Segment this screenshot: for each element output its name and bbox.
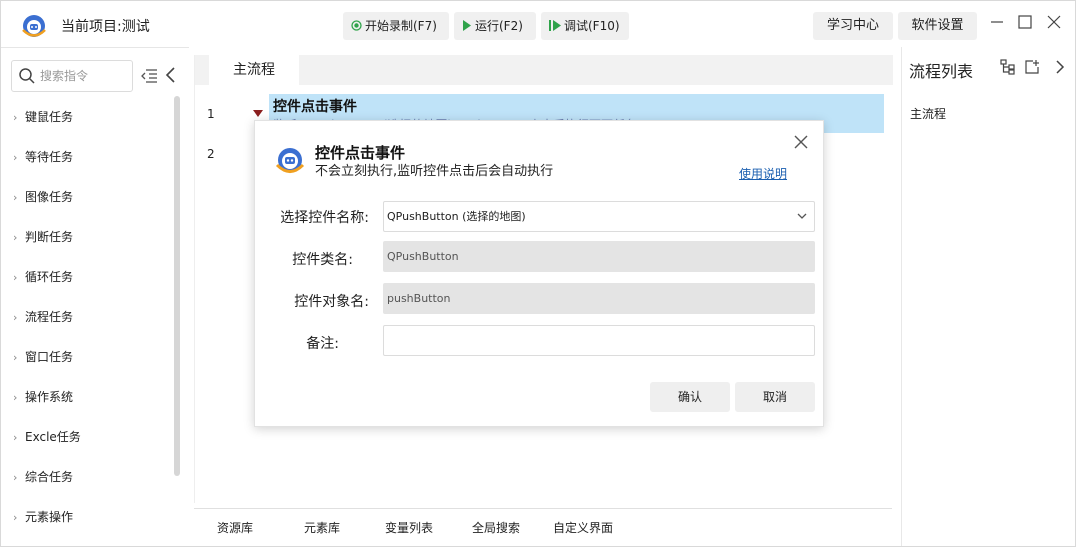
step-title: 控件点击事件	[273, 99, 357, 115]
control-object-label: 控件对象名:	[294, 294, 369, 310]
category-label: 键鼠任务	[25, 110, 74, 124]
app-window: 当前项目:测试 开始录制(F7) 运行(F2) 调试(F10) 学习中心 软件设…	[0, 0, 1076, 547]
control-class-field: QPushButton	[383, 241, 815, 272]
category-item-element[interactable]: › 元素操作	[1, 502, 171, 542]
record-icon	[351, 12, 362, 40]
flow-list-item-main[interactable]: 主流程	[910, 105, 946, 122]
chevron-left-icon[interactable]	[164, 66, 178, 84]
title-bar: 当前项目:测试 开始录制(F7) 运行(F2) 调试(F10) 学习中心 软件设…	[1, 1, 1075, 47]
tab-main-flow[interactable]: 主流程	[209, 55, 299, 85]
tab-resource-library[interactable]: 资源库	[217, 519, 253, 536]
run-button[interactable]: 运行(F2)	[454, 12, 536, 40]
play-icon	[462, 12, 472, 40]
control-click-event-dialog: 控件点击事件 不会立刻执行,监听控件点击后会自动执行 使用说明 选择控件名称: …	[254, 120, 824, 427]
category-label: Excle任务	[25, 430, 81, 444]
category-item-general[interactable]: › 综合任务	[1, 462, 171, 502]
chevron-right-icon: ›	[13, 111, 18, 124]
control-name-select[interactable]: QPushButton (选择的地图)	[383, 201, 815, 232]
confirm-button[interactable]: 确认	[650, 382, 730, 412]
cancel-button[interactable]: 取消	[735, 382, 815, 412]
category-label: 图像任务	[25, 190, 74, 204]
category-item-window[interactable]: › 窗口任务	[1, 342, 171, 382]
category-item-image[interactable]: › 图像任务	[1, 182, 171, 222]
run-label: 运行(F2)	[475, 19, 523, 33]
close-icon[interactable]	[792, 133, 810, 151]
chevron-right-icon: ›	[13, 271, 18, 284]
sidebar-scrollbar[interactable]	[174, 96, 180, 476]
learning-center-button[interactable]: 学习中心	[813, 12, 893, 40]
command-category-list: › 键鼠任务 › 等待任务 › 图像任务 › 判断任务 › 循环任务 › 流程任务 › 窗口任…	[1, 102, 171, 542]
flow-list-title: 流程列表	[909, 62, 974, 81]
chevron-right-icon[interactable]	[1052, 59, 1068, 75]
select-control-label: 选择控件名称:	[280, 210, 369, 226]
command-sidebar: › 键鼠任务 › 等待任务 › 图像任务 › 判断任务 › 循环任务 › 流程任务 › 窗口任…	[1, 47, 189, 546]
category-label: 元素操作	[25, 510, 74, 524]
add-flow-icon[interactable]	[1024, 59, 1040, 75]
debug-label: 调试(F10)	[564, 19, 620, 33]
chevron-right-icon: ›	[13, 511, 18, 524]
chevron-right-icon: ›	[13, 151, 18, 164]
category-item-wait[interactable]: › 等待任务	[1, 142, 171, 182]
line-number: 1	[207, 107, 215, 121]
software-settings-button[interactable]: 软件设置	[898, 12, 977, 40]
flow-list-panel: 流程列表 主流程	[901, 47, 1075, 546]
app-logo-icon	[22, 15, 46, 37]
category-item-condition[interactable]: › 判断任务	[1, 222, 171, 262]
help-link[interactable]: 使用说明	[739, 165, 787, 182]
line-number: 2	[207, 147, 215, 161]
chevron-right-icon: ›	[13, 391, 18, 404]
project-title: 当前项目:测试	[61, 19, 150, 35]
minimize-icon[interactable]	[986, 13, 1008, 35]
search-input[interactable]	[40, 66, 130, 86]
record-button[interactable]: 开始录制(F7)	[343, 12, 449, 40]
chevron-right-icon: ›	[13, 231, 18, 244]
chevron-right-icon: ›	[13, 351, 18, 364]
search-icon	[19, 68, 35, 84]
category-label: 流程任务	[25, 310, 74, 324]
control-class-label: 控件类名:	[292, 252, 353, 268]
control-object-field: pushButton	[383, 283, 815, 314]
collapse-arrow-icon[interactable]	[253, 110, 263, 117]
editor-tab-bar: 主流程	[195, 55, 893, 85]
category-item-flow[interactable]: › 流程任务	[1, 302, 171, 342]
chevron-right-icon: ›	[13, 191, 18, 204]
category-label: 判断任务	[25, 230, 74, 244]
tree-icon[interactable]	[1000, 59, 1016, 75]
chevron-down-icon	[797, 213, 807, 219]
tab-element-library[interactable]: 元素库	[304, 519, 340, 536]
chevron-right-icon: ›	[13, 471, 18, 484]
debug-button[interactable]: 调试(F10)	[541, 12, 629, 40]
debug-icon	[549, 12, 561, 40]
category-item-keyboard-mouse[interactable]: › 键鼠任务	[1, 102, 171, 142]
category-item-excel[interactable]: › Excle任务	[1, 422, 171, 462]
collapse-all-icon[interactable]	[140, 68, 158, 84]
close-window-icon[interactable]	[1043, 13, 1065, 35]
bottom-panel-bar: 资源库 元素库 变量列表 全局搜索 自定义界面	[194, 508, 892, 544]
app-logo-icon	[275, 148, 305, 173]
category-item-os[interactable]: › 操作系统	[1, 382, 171, 422]
category-item-loop[interactable]: › 循环任务	[1, 262, 171, 302]
tab-global-search[interactable]: 全局搜索	[472, 519, 520, 536]
maximize-icon[interactable]	[1014, 13, 1036, 35]
dialog-subtitle: 不会立刻执行,监听控件点击后会自动执行	[315, 164, 554, 179]
note-field[interactable]	[383, 325, 815, 356]
chevron-right-icon: ›	[13, 311, 18, 324]
category-label: 操作系统	[25, 390, 74, 404]
chevron-right-icon: ›	[13, 431, 18, 444]
category-label: 综合任务	[25, 470, 74, 484]
tab-variable-list[interactable]: 变量列表	[385, 519, 433, 536]
tab-custom-ui[interactable]: 自定义界面	[553, 519, 613, 536]
control-name-value: QPushButton (选择的地图)	[387, 210, 526, 223]
record-label: 开始录制(F7)	[365, 19, 437, 33]
category-label: 等待任务	[25, 150, 74, 164]
command-search[interactable]	[11, 60, 133, 92]
category-label: 窗口任务	[25, 350, 74, 364]
category-label: 循环任务	[25, 270, 74, 284]
note-label: 备注:	[306, 336, 339, 352]
